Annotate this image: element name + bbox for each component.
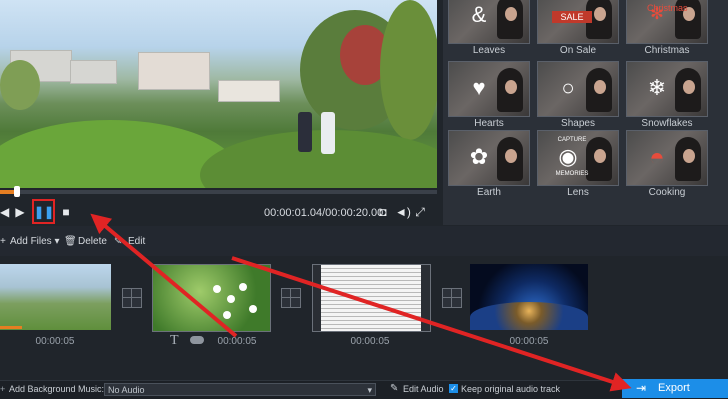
annotation-arrow-to-pause	[90, 213, 238, 338]
annotation-arrows	[90, 213, 632, 392]
annotation-arrow-to-export	[231, 256, 632, 392]
